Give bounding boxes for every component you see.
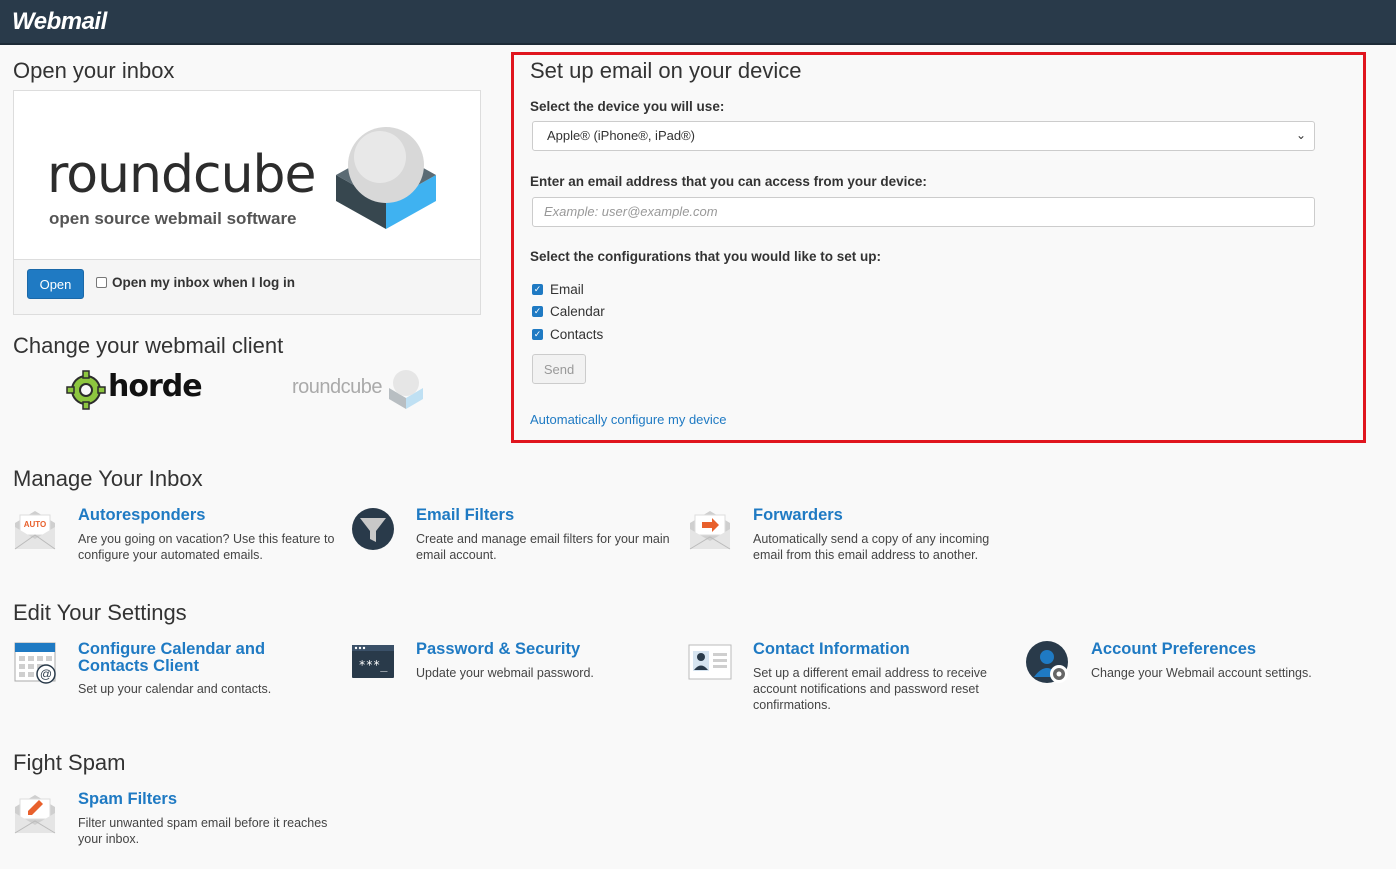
auto-configure-link[interactable]: Automatically configure my device — [530, 412, 727, 427]
email-input[interactable]: Example: user@example.com — [532, 197, 1315, 227]
spam-filters-title[interactable]: Spam Filters — [78, 791, 318, 808]
webmail-logo[interactable]: Webmail — [12, 8, 107, 36]
config-calendar-label: Calendar — [550, 304, 605, 319]
calendar-contacts-title[interactable]: Configure Calendar and Contacts Client — [78, 641, 318, 675]
email-input-label: Enter an email address that you can acce… — [530, 174, 927, 189]
config-contacts-checkbox[interactable]: ✓ — [532, 329, 543, 340]
roundcube-client-label: roundcube — [292, 376, 383, 398]
password-security-title[interactable]: Password & Security — [416, 641, 656, 658]
config-label: Select the configurations that you would… — [530, 249, 882, 264]
open-inbox-button[interactable]: Open — [27, 269, 84, 299]
roundcube-panel-footer: Open Open my inbox when I log in — [14, 259, 480, 314]
roundcube-cube-icon — [336, 127, 436, 229]
password-mask: ***_ — [359, 658, 389, 672]
auto-badge: AUTO — [24, 520, 47, 529]
autoresponder-icon: AUTO — [14, 511, 56, 550]
auto-open-option[interactable]: Open my inbox when I log in — [96, 275, 295, 290]
calendar-icon: @ — [14, 642, 56, 684]
send-button[interactable]: Send — [532, 354, 586, 384]
autoresponders-desc: Are you going on vacation? Use this feat… — [78, 532, 335, 562]
account-preferences-title[interactable]: Account Preferences — [1091, 641, 1331, 658]
device-select-value: Apple® (iPhone®, iPad®) — [547, 128, 695, 143]
email-filters-desc: Create and manage email filters for your… — [416, 532, 670, 562]
roundcube-panel: roundcube open source webmail software O… — [13, 90, 481, 315]
password-security-desc: Update your webmail password. — [416, 666, 594, 680]
config-email-checkbox[interactable]: ✓ — [532, 284, 543, 295]
fight-spam-heading: Fight Spam — [13, 750, 126, 775]
config-email-option[interactable]: ✓ Email — [532, 282, 584, 297]
autoresponders-title[interactable]: Autoresponders — [78, 507, 318, 524]
horde-client-label: horde — [108, 369, 203, 404]
device-setup-heading: Set up email on your device — [530, 58, 802, 83]
calendar-contacts-desc: Set up your calendar and contacts. — [78, 682, 272, 696]
manage-inbox-heading: Manage Your Inbox — [13, 466, 203, 491]
contact-information-title[interactable]: Contact Information — [753, 641, 993, 658]
chevron-down-icon: ⌄ — [1295, 128, 1306, 142]
roundcube-logo-tagline: open source webmail software — [49, 209, 297, 228]
auto-open-checkbox[interactable] — [96, 277, 107, 288]
config-calendar-checkbox[interactable]: ✓ — [532, 306, 543, 317]
config-email-label: Email — [550, 282, 584, 297]
spam-filter-icon — [14, 795, 56, 834]
open-inbox-heading: Open your inbox — [13, 58, 175, 83]
device-select[interactable]: Apple® (iPhone®, iPad®) ⌄ — [532, 121, 1315, 151]
roundcube-logo-word: roundcube — [47, 145, 317, 205]
device-setup-panel: Set up email on your device Select the d… — [511, 52, 1366, 443]
horde-client-link[interactable]: horde — [66, 368, 203, 412]
top-bar: Webmail — [0, 0, 1396, 45]
config-contacts-option[interactable]: ✓ Contacts — [532, 327, 603, 342]
forwarders-title[interactable]: Forwarders — [753, 507, 993, 524]
account-preferences-desc: Change your Webmail account settings. — [1091, 666, 1312, 680]
contact-card-icon — [688, 644, 732, 680]
auto-open-label: Open my inbox when I log in — [112, 275, 296, 290]
account-prefs-icon — [1026, 641, 1068, 683]
email-filters-title[interactable]: Email Filters — [416, 507, 656, 524]
roundcube-client-link[interactable]: roundcube — [290, 368, 430, 412]
change-client-heading: Change your webmail client — [13, 333, 284, 358]
forwarders-desc: Automatically send a copy of any incomin… — [753, 532, 990, 562]
horde-gear-icon — [66, 370, 106, 410]
forwarder-icon — [689, 511, 731, 550]
roundcube-small-cube-icon — [389, 370, 423, 409]
spam-filters-desc: Filter unwanted spam email before it rea… — [78, 816, 328, 846]
password-icon: ***_ — [352, 645, 394, 678]
edit-settings-heading: Edit Your Settings — [13, 600, 187, 625]
filter-icon — [352, 508, 394, 550]
svg-text:@: @ — [40, 667, 52, 681]
config-calendar-option[interactable]: ✓ Calendar — [532, 304, 605, 319]
device-select-label: Select the device you will use: — [530, 99, 725, 114]
config-contacts-label: Contacts — [550, 327, 604, 342]
contact-information-desc: Set up a different email address to rece… — [753, 666, 987, 712]
